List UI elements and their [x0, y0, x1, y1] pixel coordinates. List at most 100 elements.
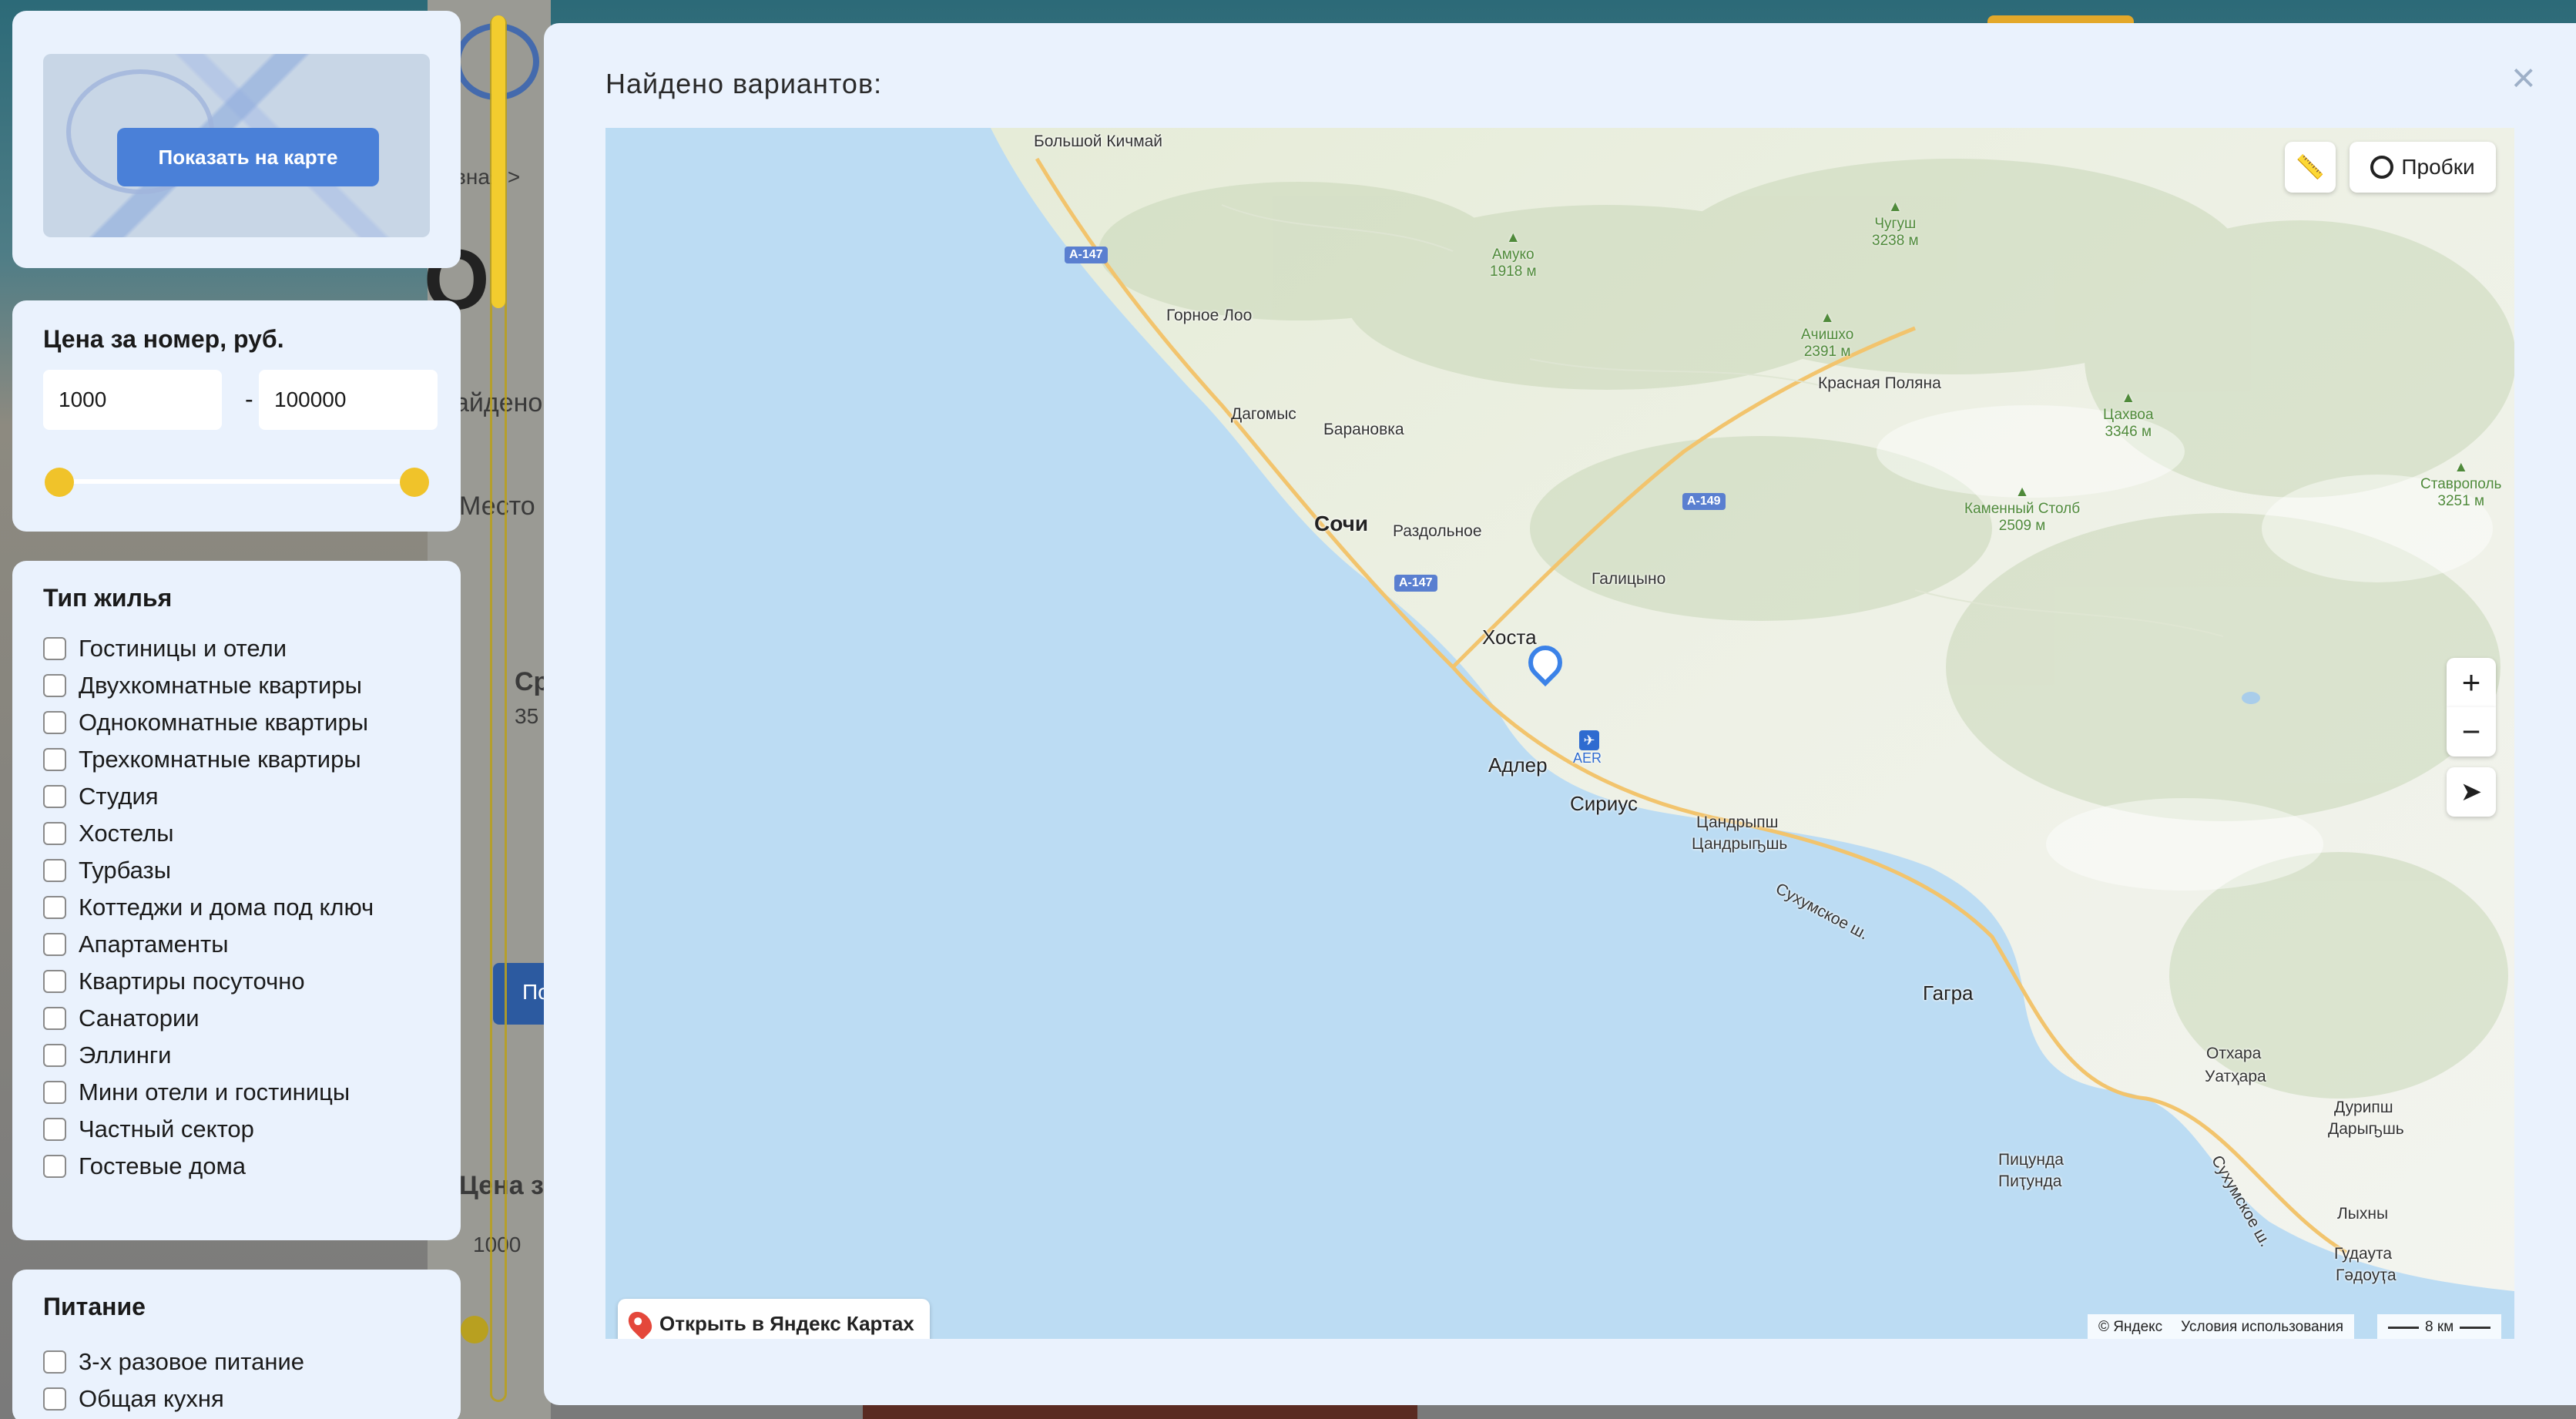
terms-link[interactable]: Условия использования: [2181, 1319, 2343, 1336]
checkbox[interactable]: [43, 822, 66, 845]
mountain-peak: ▲ Чугуш 3238 м: [1872, 199, 1919, 250]
open-in-yandex-maps-button[interactable]: Открыть в Яндекс Картах: [618, 1299, 930, 1339]
filter-option-label: Санатории: [79, 1005, 200, 1032]
map-place-label-sochi: Сочи: [1314, 512, 1369, 535]
filter-option-label: 3-х разовое питание: [79, 1348, 305, 1375]
page-scrollbar-thumb[interactable]: [491, 15, 505, 308]
filter-option[interactable]: Эллинги: [43, 1038, 172, 1072]
scale-bar: [2388, 1326, 2419, 1329]
filter-option[interactable]: Гостиницы и отели: [43, 632, 287, 666]
checkbox[interactable]: [43, 711, 66, 734]
ruler-icon[interactable]: 📏: [2285, 142, 2336, 193]
price-slider-max-handle[interactable]: [400, 468, 429, 497]
checkbox[interactable]: [43, 1007, 66, 1030]
map-place-label: Гудаута: [2334, 1245, 2393, 1263]
map-place-label: Дурипш: [2334, 1099, 2393, 1116]
checkbox[interactable]: [43, 1387, 66, 1411]
mountain-peak: ▲ Амуко 1918 м: [1490, 230, 1537, 280]
checkbox[interactable]: [43, 748, 66, 771]
peak-height: 1918 м: [1490, 263, 1537, 280]
close-icon[interactable]: ×: [2511, 57, 2536, 99]
map-place-label: Гәдоуҭа: [2336, 1266, 2397, 1284]
price-separator: -: [245, 385, 253, 413]
checkbox[interactable]: [43, 859, 66, 882]
mountain-peak: ▲ Цахвоа 3346 м: [2103, 390, 2154, 441]
map-preview-card: Показать на карте: [12, 11, 461, 268]
checkbox[interactable]: [43, 674, 66, 697]
checkbox[interactable]: [43, 1155, 66, 1178]
filter-option-label: Мини отели и гостиницы: [79, 1079, 351, 1105]
filter-option[interactable]: Двухкомнатные квартиры: [43, 669, 362, 703]
map-place-label: Цандрыпш: [1696, 813, 1779, 831]
geolocation-icon[interactable]: ➤: [2447, 767, 2496, 817]
filter-option[interactable]: Коттеджи и дома под ключ: [43, 891, 374, 924]
map-airport-label: AER: [1573, 750, 1602, 766]
filter-option[interactable]: Санатории: [43, 1001, 200, 1035]
map-scale: 8 км: [2377, 1314, 2502, 1339]
map-place-label: Красная Поляна: [1818, 374, 1941, 392]
filter-option[interactable]: Хостелы: [43, 817, 174, 850]
mountain-icon: ▲: [2014, 484, 2030, 500]
peak-name: Амуко: [1492, 247, 1535, 263]
checkbox[interactable]: [43, 933, 66, 956]
map-place-label: Галицыно: [1592, 570, 1666, 588]
map-place-label: Горное Лоо: [1166, 307, 1253, 324]
map-place-label: Дарыҧшь: [2328, 1120, 2404, 1138]
yandex-map[interactable]: A-147 A-147 A-149 Большой Кичмай Горное …: [605, 128, 2514, 1339]
mountain-peak: ▲ Каменный Столб 2509 м: [1964, 484, 2080, 535]
filter-option-label: Трехкомнатные квартиры: [79, 746, 361, 773]
peak-height: 3251 м: [2437, 493, 2485, 509]
peak-name: Каменный Столб: [1964, 501, 2081, 517]
filter-option[interactable]: Частный сектор: [43, 1112, 254, 1146]
checkbox[interactable]: [43, 1350, 66, 1374]
background-breadcrumb: вная >: [454, 165, 521, 189]
mountain-icon: ▲: [1887, 199, 1903, 215]
show-on-map-button[interactable]: Показать на карте: [117, 128, 379, 186]
filter-option-label: Частный сектор: [79, 1115, 254, 1142]
checkbox[interactable]: [43, 1044, 66, 1067]
zoom-out-button[interactable]: −: [2447, 707, 2496, 756]
map-place-label: Сириус: [1570, 792, 1638, 815]
filter-option[interactable]: Квартиры посуточно: [43, 964, 305, 998]
filter-option[interactable]: Студия: [43, 780, 159, 813]
map-modal: Найдено вариантов: × A-147 A-147 A-149 Б…: [544, 23, 2576, 1405]
price-max-input[interactable]: 100000: [259, 370, 438, 430]
checkbox[interactable]: [43, 637, 66, 660]
background-slider-handle: [461, 1316, 488, 1344]
price-slider-min-handle[interactable]: [45, 468, 74, 497]
road-badge-a149: A-149: [1682, 493, 1726, 510]
filter-option[interactable]: 3-х разовое питание: [43, 1345, 304, 1379]
price-slider-track[interactable]: [57, 479, 414, 484]
filter-option[interactable]: Мини отели и гостиницы: [43, 1075, 350, 1109]
zoom-in-button[interactable]: +: [2447, 658, 2496, 707]
mountain-peak: ▲ Ачишхо 2391 м: [1801, 310, 1853, 361]
airport-icon: ✈: [1579, 730, 1599, 750]
map-place-label: Лыхны: [2337, 1205, 2389, 1223]
price-min-input[interactable]: 1000: [43, 370, 222, 430]
checkbox[interactable]: [43, 785, 66, 808]
map-copyright: © Яндекс Условия использования: [2088, 1314, 2355, 1339]
filter-option[interactable]: Апартаменты: [43, 928, 229, 961]
filter-option[interactable]: Трехкомнатные квартиры: [43, 743, 361, 777]
map-place-label: Отхара: [2206, 1045, 2262, 1062]
filter-option[interactable]: Общая кухня: [43, 1382, 224, 1416]
map-place-label: Барановка: [1323, 421, 1404, 438]
filter-option[interactable]: Гостевые дома: [43, 1149, 246, 1183]
road-badge-a147-south: A-147: [1394, 575, 1437, 592]
filter-option-label: Апартаменты: [79, 931, 229, 958]
map-place-label: Пиҭунда: [1998, 1172, 2062, 1190]
map-pin-icon: [623, 1307, 657, 1339]
checkbox[interactable]: [43, 1118, 66, 1141]
map-terrain: [991, 128, 2514, 1291]
checkbox[interactable]: [43, 896, 66, 919]
checkbox[interactable]: [43, 1081, 66, 1104]
filter-option-label: Турбазы: [79, 857, 172, 884]
checkbox[interactable]: [43, 970, 66, 993]
filter-option[interactable]: Турбазы: [43, 854, 171, 887]
filter-option-label: Общая кухня: [79, 1385, 224, 1412]
traffic-label: Пробки: [2401, 155, 2475, 179]
filter-option[interactable]: Однокомнатные квартиры: [43, 706, 368, 740]
peak-name: Цахвоа: [2103, 407, 2154, 423]
mountain-icon: ▲: [1820, 310, 1835, 326]
traffic-button[interactable]: Пробки: [2350, 142, 2496, 193]
